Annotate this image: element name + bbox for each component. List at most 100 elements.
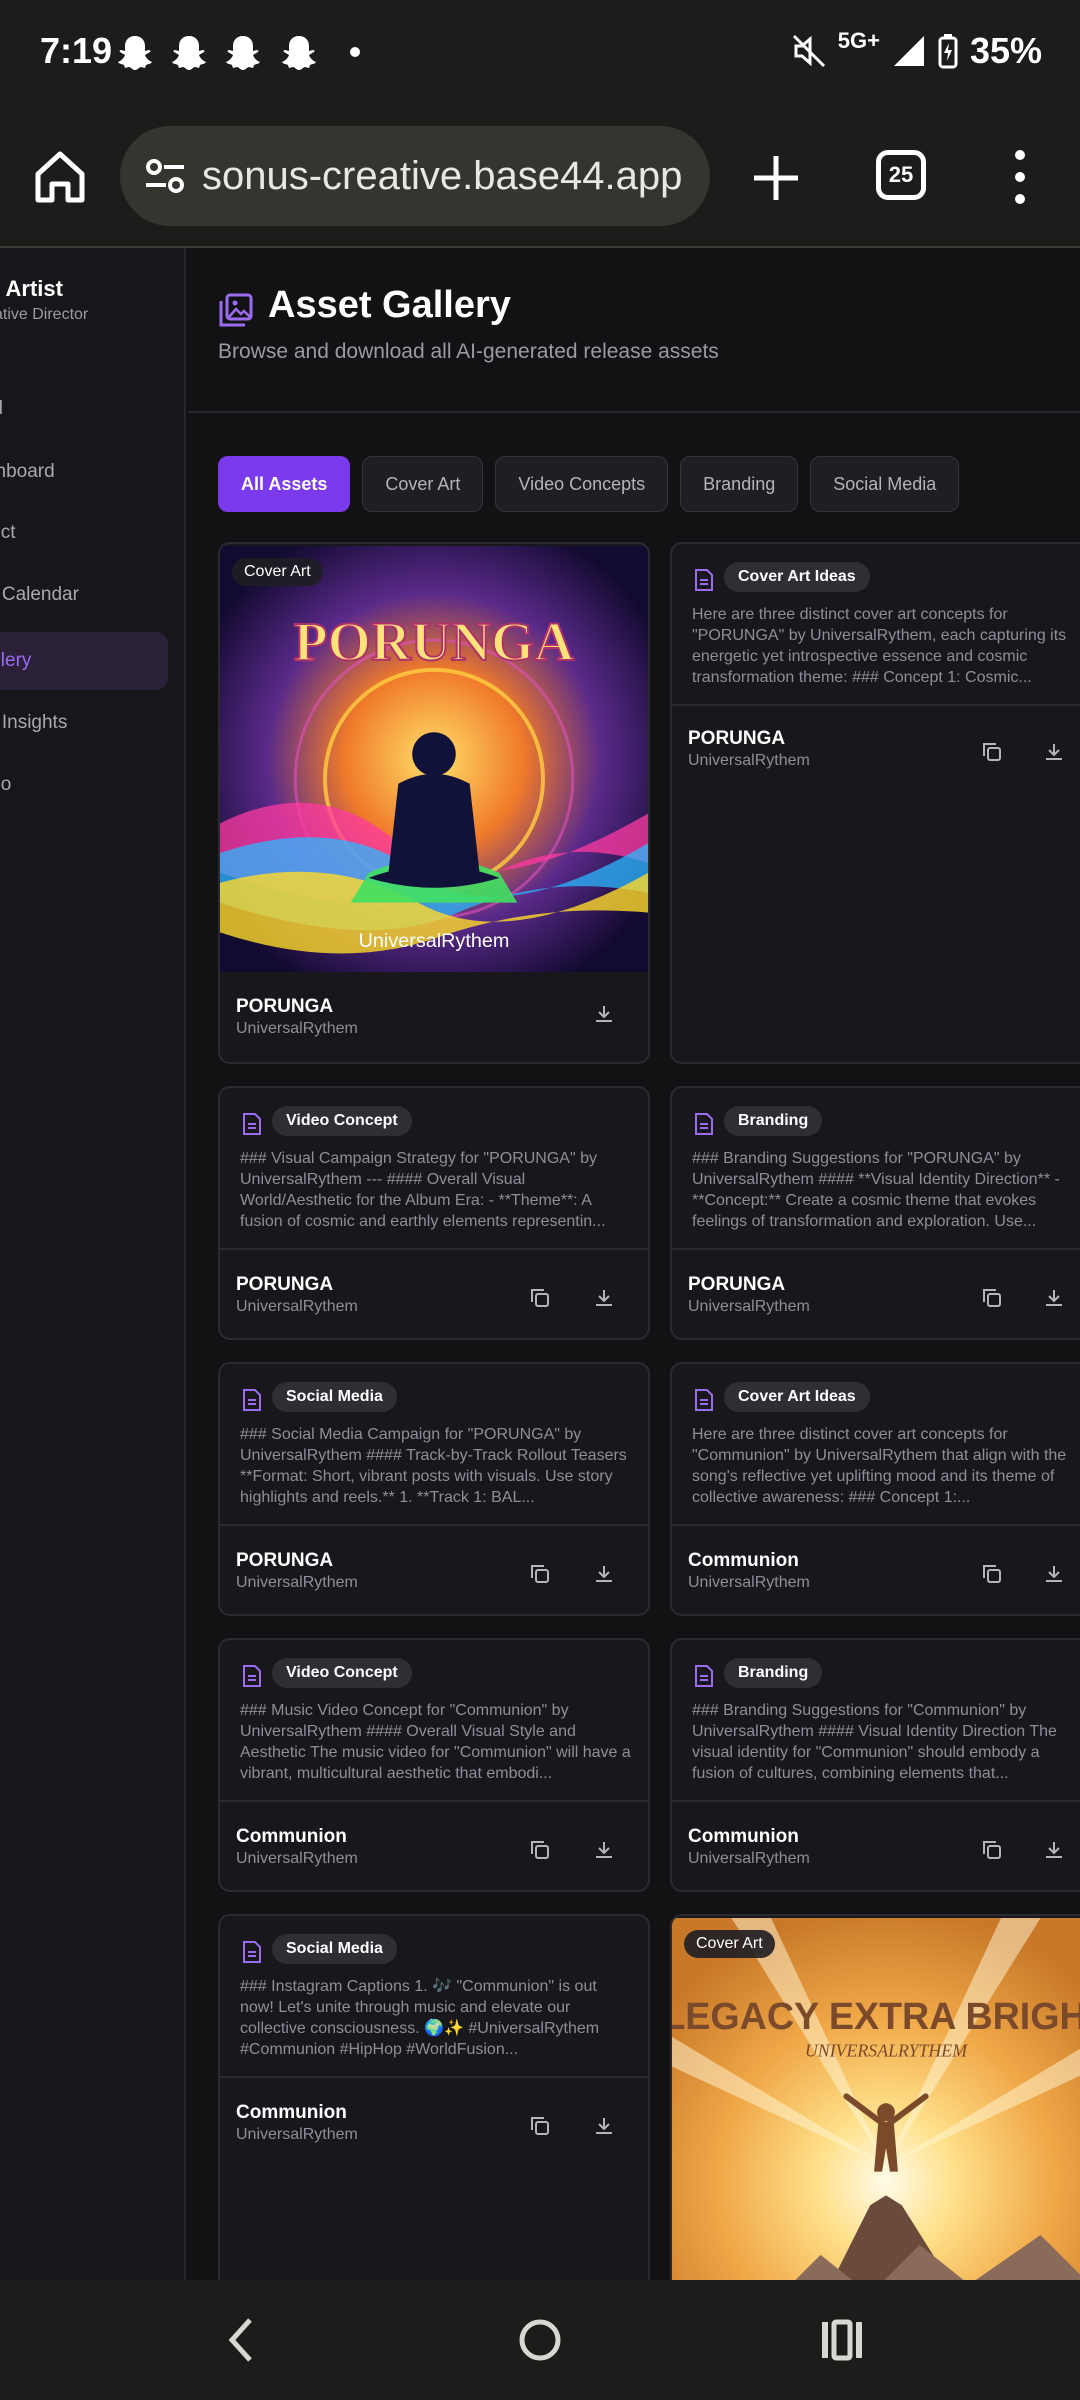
home-circle-icon[interactable] <box>516 2312 564 2368</box>
cover-art-image[interactable]: PORUNGA UniversalRythem <box>220 544 648 974</box>
filter-branding[interactable]: Branding <box>680 456 799 512</box>
asset-artist: UniversalRythem <box>236 2126 358 2143</box>
recents-icon[interactable] <box>818 2312 866 2368</box>
more-menu-icon[interactable] <box>1008 150 1032 210</box>
document-icon <box>243 1941 261 1963</box>
asset-title: Communion <box>688 1550 799 1571</box>
sidebar-item-label: allery <box>0 650 32 671</box>
filter-all-assets[interactable]: All Assets <box>218 456 351 512</box>
asset-title: PORUNGA <box>236 1274 334 1295</box>
asset-card[interactable]: Social Media ### Instagram Captions 1. 🎶… <box>218 1914 650 2280</box>
asset-card[interactable]: Branding ### Branding Suggestions for "P… <box>670 1086 1080 1340</box>
download-icon[interactable] <box>592 1838 616 1862</box>
document-icon <box>695 1665 713 1687</box>
copy-icon[interactable] <box>980 1838 1004 1862</box>
home-icon[interactable] <box>30 146 90 206</box>
new-tab-icon[interactable] <box>748 150 804 206</box>
tab-switcher-button[interactable]: 25 <box>876 150 926 200</box>
asset-title: Communion <box>688 1826 799 1847</box>
snapchat-icon <box>172 36 206 70</box>
asset-excerpt: ### Visual Campaign Strategy for "PORUNG… <box>240 1150 606 1230</box>
address-bar[interactable]: sonus-creative.base44.app <box>120 126 710 226</box>
document-icon <box>695 1113 713 1135</box>
asset-title: PORUNGA <box>236 1550 334 1571</box>
download-icon[interactable] <box>1042 740 1066 764</box>
browser-toolbar: sonus-creative.base44.app 25 <box>0 110 1080 248</box>
sidebar-item-label: rd <box>0 398 3 420</box>
filter-social-media[interactable]: Social Media <box>810 456 960 512</box>
copy-icon[interactable] <box>980 1286 1004 1310</box>
asset-card[interactable]: Video Concept ### Visual Campaign Strate… <box>218 1086 650 1340</box>
asset-card[interactable]: PORUNGA UniversalRythem Cover Art PORUNG… <box>218 542 650 1064</box>
document-icon <box>695 569 713 591</box>
sidebar-item-insights[interactable]: e Insights <box>0 694 168 752</box>
card-preview: Social Media ### Social Media Campaign f… <box>220 1364 648 1526</box>
network-label: 5G+ <box>837 28 880 53</box>
sidebar-item-label-dashboard[interactable]: shboard <box>0 443 168 501</box>
asset-card[interactable]: Branding ### Branding Suggestions for "C… <box>670 1638 1080 1892</box>
asset-excerpt: ### Social Media Campaign for "PORUNGA" … <box>240 1426 627 1506</box>
asset-excerpt: ### Instagram Captions 1. 🎶 "Communion" … <box>240 1978 600 2058</box>
artist-role: ative Director <box>0 306 89 323</box>
sidebar-item-calendar[interactable]: g Calendar <box>0 566 168 624</box>
asset-card[interactable]: Cover Art Ideas Here are three distinct … <box>670 542 1080 1064</box>
cover-art-artist: UniversalRythem <box>359 930 510 952</box>
sidebar-item-label: e Insights <box>0 712 68 733</box>
card-preview: Video Concept ### Visual Campaign Strate… <box>220 1088 648 1250</box>
copy-icon[interactable] <box>528 2114 552 2138</box>
type-badge: Cover Art Ideas <box>724 1382 870 1412</box>
download-icon[interactable] <box>1042 1562 1066 1586</box>
cover-art-image[interactable]: LEGACY EXTRA BRIGHT UNIVERSALRYTHEM <box>672 1916 1080 2280</box>
download-icon[interactable] <box>592 1562 616 1586</box>
system-navigation-bar <box>0 2280 1080 2400</box>
type-badge: Cover Art Ideas <box>724 562 870 592</box>
download-icon[interactable] <box>1042 1838 1066 1862</box>
page-title: Asset Gallery <box>268 284 511 326</box>
url-text[interactable]: sonus-creative.base44.app <box>202 154 682 199</box>
copy-icon[interactable] <box>528 1562 552 1586</box>
asset-artist: UniversalRythem <box>688 1850 810 1867</box>
copy-icon[interactable] <box>528 1838 552 1862</box>
asset-excerpt: Here are three distinct cover art concep… <box>692 606 1067 686</box>
copy-icon[interactable] <box>528 1286 552 1310</box>
sidebar-item-label: ject <box>0 522 16 543</box>
mute-icon <box>792 34 825 68</box>
filter-video-concepts[interactable]: Video Concepts <box>495 456 669 512</box>
status-bar: 7:19 5G+ 35% <box>0 0 1080 110</box>
asset-card[interactable]: Video Concept ### Music Video Concept fo… <box>218 1638 650 1892</box>
document-icon <box>243 1113 261 1135</box>
back-icon[interactable] <box>222 2312 258 2368</box>
web-page: e Artist ative Director rd shboard ject … <box>0 248 1080 2280</box>
asset-title: PORUNGA <box>236 996 334 1017</box>
type-badge: Social Media <box>272 1934 397 1964</box>
asset-title: PORUNGA <box>688 728 786 749</box>
filter-cover-art[interactable]: Cover Art <box>362 456 484 512</box>
asset-card[interactable]: Cover Art Ideas Here are three distinct … <box>670 1362 1080 1616</box>
sidebar-item-asset-gallery[interactable]: allery <box>0 632 168 690</box>
card-preview: Cover Art Ideas Here are three distinct … <box>672 544 1080 706</box>
asset-card[interactable]: Social Media ### Social Media Campaign f… <box>218 1362 650 1616</box>
asset-artist: UniversalRythem <box>236 1574 358 1591</box>
type-badge: Cover Art <box>684 1930 775 1958</box>
type-badge: Branding <box>724 1106 823 1136</box>
download-icon[interactable] <box>592 2114 616 2138</box>
asset-artist: UniversalRythem <box>236 1850 358 1867</box>
asset-card[interactable]: LEGACY EXTRA BRIGHT UNIVERSALRYTHEM Cove… <box>670 1914 1080 2280</box>
card-preview: Social Media ### Instagram Captions 1. 🎶… <box>220 1916 648 2078</box>
gallery-icon <box>219 293 253 327</box>
copy-icon[interactable] <box>980 740 1004 764</box>
copy-icon[interactable] <box>980 1562 1004 1586</box>
site-settings-icon[interactable] <box>142 153 188 199</box>
card-preview: Video Concept ### Music Video Concept fo… <box>220 1640 648 1802</box>
card-preview: Cover Art Ideas Here are three distinct … <box>672 1364 1080 1526</box>
asset-excerpt: ### Branding Suggestions for "Communion"… <box>692 1702 1057 1782</box>
download-icon[interactable] <box>592 1002 616 1026</box>
download-icon[interactable] <box>592 1286 616 1310</box>
sidebar-item-dashboard[interactable]: rd <box>0 380 168 438</box>
sidebar-item-project[interactable]: ject <box>0 504 168 562</box>
snapchat-icon <box>226 36 260 70</box>
card-preview: Branding ### Branding Suggestions for "C… <box>672 1640 1080 1802</box>
asset-excerpt: ### Branding Suggestions for "PORUNGA" b… <box>692 1150 1060 1230</box>
download-icon[interactable] <box>1042 1286 1066 1310</box>
sidebar-item-studio[interactable]: dio <box>0 756 168 814</box>
